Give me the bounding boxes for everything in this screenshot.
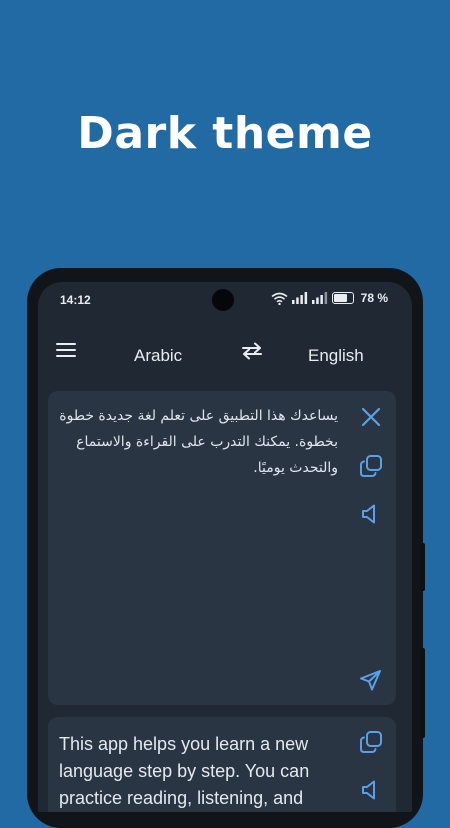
- phone-side-button: [420, 543, 425, 591]
- battery-fill: [333, 294, 348, 302]
- speak-translation-button[interactable]: [358, 777, 384, 803]
- wifi-icon: [271, 292, 288, 305]
- signal-icon: [291, 292, 307, 304]
- copy-icon: [360, 731, 382, 753]
- battery-percentage: 78 %: [360, 291, 388, 305]
- target-language-selector[interactable]: English: [308, 346, 364, 366]
- status-icons: 78 %: [271, 291, 388, 305]
- camera-cutout: [212, 289, 234, 311]
- speaker-icon: [362, 780, 375, 800]
- phone-side-button: [420, 648, 425, 738]
- app-bar: Arabic English: [38, 318, 412, 378]
- close-icon: [361, 407, 381, 427]
- status-time: 14:12: [60, 293, 91, 307]
- status-bar: 14:12 78 %: [38, 282, 412, 318]
- source-text-input[interactable]: يساعدك هذا التطبيق على تعلم لغة جديدة خط…: [56, 403, 338, 481]
- source-text-card: يساعدك هذا التطبيق على تعلم لغة جديدة خط…: [48, 391, 396, 705]
- battery-icon: [331, 292, 354, 304]
- menu-icon[interactable]: [56, 342, 78, 358]
- speaker-icon: [362, 504, 375, 524]
- app-screen: 14:12 78 % Arabic English يساعدك هذا الت…: [38, 282, 412, 812]
- speak-source-button[interactable]: [358, 501, 384, 527]
- send-icon: [360, 670, 381, 691]
- copy-source-button[interactable]: [358, 453, 384, 479]
- clear-button[interactable]: [358, 404, 384, 430]
- copy-translation-button[interactable]: [358, 729, 384, 755]
- promo-title: Dark theme: [77, 108, 373, 159]
- translation-card: This app helps you learn a new language …: [48, 717, 396, 812]
- swap-icon[interactable]: [240, 342, 264, 360]
- signal-icon: [311, 292, 327, 304]
- copy-icon: [360, 455, 382, 477]
- translate-send-button[interactable]: [358, 667, 384, 693]
- source-language-selector[interactable]: Arabic: [134, 346, 182, 366]
